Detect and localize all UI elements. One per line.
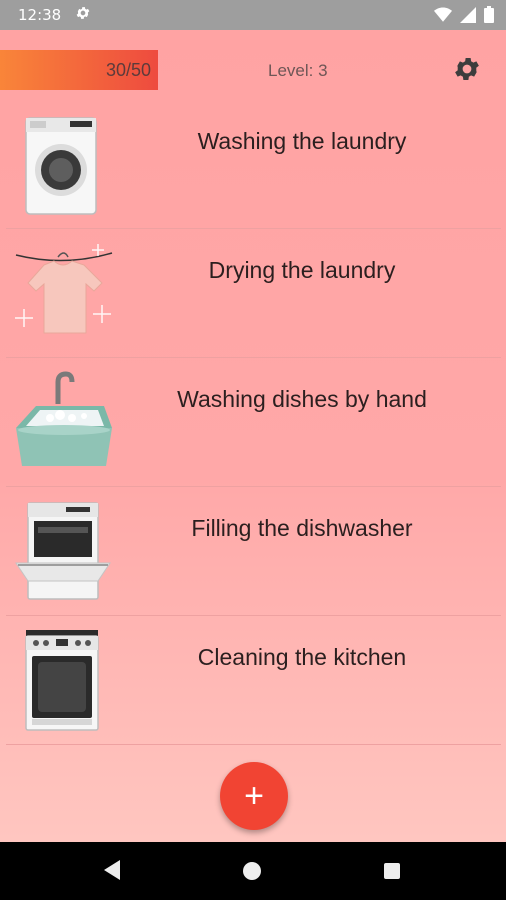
task-label: Drying the laundry [208,257,396,283]
battery-icon [484,6,494,23]
level-label: Level: 3 [268,61,328,80]
task-item[interactable]: Cleaning the kitchen [6,616,501,745]
shirt-on-line-icon [15,244,113,334]
recents-icon[interactable] [384,863,400,879]
task-item[interactable]: Washing the laundry [6,100,501,229]
system-nav-bar [0,842,506,900]
app-content: 30/50 Level: 3 Washing the laundry Dryin… [0,30,506,842]
status-icons [434,6,494,23]
dishwasher-icon [15,502,111,600]
task-label: Washing the laundry [197,128,407,154]
gear-icon[interactable] [452,54,482,84]
status-time: 12:38 [18,6,62,24]
task-item[interactable]: Drying the laundry [6,229,501,358]
wifi-icon [434,7,452,22]
task-label: Cleaning the kitchen [197,644,407,670]
home-icon[interactable] [243,862,261,880]
add-task-button[interactable]: + [220,762,288,830]
xp-progress-text: 30/50 [106,60,152,80]
signal-icon [460,6,476,23]
add-icon: + [244,776,264,815]
washing-machine-icon [25,117,97,215]
task-list: Washing the laundry Drying the laundry W… [6,100,501,745]
back-icon[interactable] [102,860,122,880]
task-label: Washing dishes by hand [177,386,427,412]
settings-icon [76,7,90,19]
task-item[interactable]: Filling the dishwasher [6,487,501,616]
status-bar: 12:38 [0,0,506,30]
top-bar: 30/50 Level: 3 [0,30,506,98]
sink-icon [16,371,112,466]
task-label: Filling the dishwasher [191,515,413,541]
stove-icon [25,630,99,731]
task-item[interactable]: Washing dishes by hand [6,358,501,487]
